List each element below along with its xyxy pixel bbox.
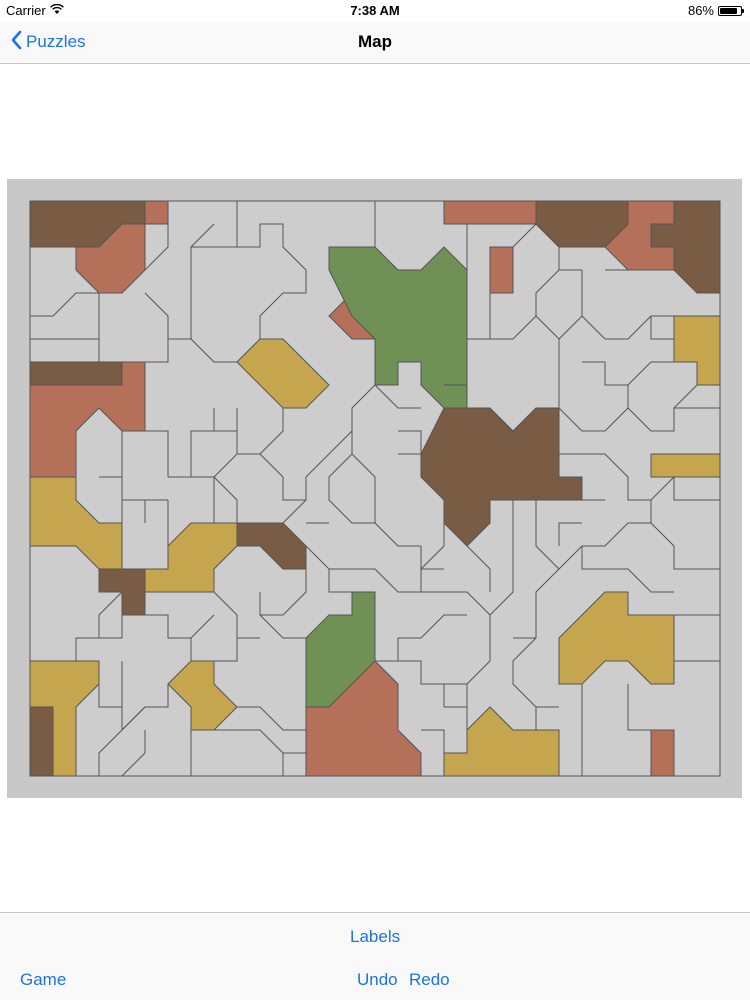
map-board-frame — [7, 179, 742, 798]
labels-button[interactable]: Labels — [350, 927, 400, 947]
region-rust-small-top[interactable] — [489, 246, 514, 294]
navigation-bar: Puzzles Map — [0, 22, 750, 64]
undo-button[interactable]: Undo — [357, 970, 398, 990]
redo-button[interactable]: Redo — [409, 970, 450, 990]
battery-fill — [720, 7, 737, 14]
battery-percent: 86% — [687, 3, 714, 18]
region-rust-top-center[interactable] — [443, 200, 537, 225]
status-bar: Carrier 7:38 AM 86% — [0, 0, 750, 22]
game-button[interactable]: Game — [20, 970, 66, 990]
region-rust-bottom-right[interactable] — [650, 729, 675, 777]
status-time: 7:38 AM — [350, 3, 400, 18]
region-brown-bottom-left[interactable] — [29, 706, 54, 777]
region-rust-top-left-a[interactable] — [144, 200, 169, 225]
map-regions — [29, 200, 721, 777]
region-olive-right-bar[interactable] — [650, 453, 721, 478]
bottom-toolbar: Labels Game Undo Redo — [0, 912, 750, 1000]
region-brown-left-bar[interactable] — [29, 361, 123, 386]
status-right: 86% — [687, 3, 744, 18]
page-title: Map — [358, 32, 392, 51]
battery-icon — [718, 5, 744, 16]
map-board[interactable] — [7, 179, 742, 798]
screen: Carrier 7:38 AM 86% Puzzles Map Labels G… — [0, 0, 750, 1000]
